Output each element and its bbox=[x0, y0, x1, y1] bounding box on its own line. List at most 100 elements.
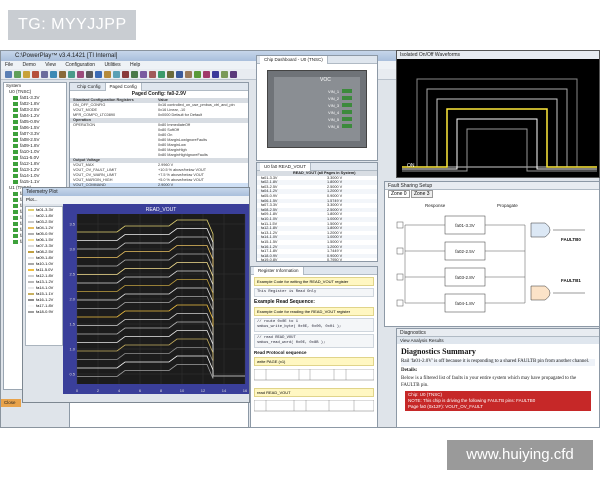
legend-swatch bbox=[28, 232, 34, 235]
toolbar-button-icon[interactable] bbox=[113, 71, 120, 78]
diagnostics-subheader: View Analysis Results bbox=[397, 337, 599, 344]
chip-die bbox=[274, 77, 360, 141]
y-tick-label: 2.5 bbox=[69, 272, 75, 277]
overlay-tag: TG: MYYJJPP bbox=[8, 10, 136, 40]
read-vout-row[interactable]: fa19-0.8V 0.7950 V bbox=[257, 258, 377, 261]
toolbar-button-icon[interactable] bbox=[14, 71, 21, 78]
toolbar-button-icon[interactable] bbox=[158, 71, 165, 78]
toolbar-button-icon[interactable] bbox=[23, 71, 30, 78]
toolbar-button-icon[interactable] bbox=[86, 71, 93, 78]
chip-dashboard: Chip Dashboard - U0 (TNSC) VOC VIN_1 VIN_… bbox=[256, 55, 378, 161]
legend-swatch bbox=[28, 256, 34, 259]
legend-swatch bbox=[28, 250, 34, 253]
status-square-icon bbox=[13, 137, 18, 142]
tab-zone-3[interactable]: Zone 3 bbox=[410, 190, 433, 198]
diagnostics-title: Diagnostics bbox=[397, 329, 599, 337]
chip-graphic: VOC VIN_1 VIN_2 VIN_3 VIN_4 VIN_5 VIN_6 bbox=[267, 70, 367, 148]
reg-proto-row-2: read READ_VOUT bbox=[254, 388, 374, 397]
reg-seq-note: Example Code for reading the READ_VOUT r… bbox=[254, 307, 374, 316]
fault-rail-block: fa03-2.8V bbox=[396, 267, 525, 287]
toolbar-button-icon[interactable] bbox=[77, 71, 84, 78]
legend-swatch bbox=[28, 208, 34, 211]
chip-pin-label: VIN_2 bbox=[328, 96, 353, 101]
response-checkbox bbox=[396, 247, 404, 255]
toolbar-button-icon[interactable] bbox=[59, 71, 66, 78]
toolbar-button-icon[interactable] bbox=[95, 71, 102, 78]
waveform-on-label: ON bbox=[407, 163, 415, 169]
x-tick-label: 12 bbox=[201, 388, 206, 393]
toolbar-button-icon[interactable] bbox=[140, 71, 147, 78]
status-square-icon bbox=[13, 197, 18, 202]
app-title: C:\PowerPlay™ v3.4.1421 [TI Internal] bbox=[15, 53, 118, 59]
legend-item[interactable]: fa18-0.9V bbox=[26, 309, 62, 315]
status-square-icon bbox=[13, 113, 18, 118]
response-checkbox bbox=[396, 299, 404, 307]
toolbar-button-icon[interactable] bbox=[5, 71, 12, 78]
toolbar-button-icon[interactable] bbox=[131, 71, 138, 78]
y-tick-label: 1.0 bbox=[69, 347, 75, 352]
menu-demo[interactable]: Demo bbox=[22, 62, 35, 68]
toolbar-button-icon[interactable] bbox=[50, 71, 57, 78]
toolbar-button-icon[interactable] bbox=[41, 71, 48, 78]
chip-label: VOC bbox=[320, 77, 331, 83]
legend-swatch bbox=[28, 238, 34, 241]
protocol-frame-2 bbox=[253, 399, 375, 412]
status-square-icon bbox=[13, 215, 18, 220]
legend-swatch bbox=[28, 286, 34, 289]
toolbar-button-icon[interactable] bbox=[212, 71, 219, 78]
tab-paged-config[interactable]: Paged Config bbox=[105, 83, 142, 91]
reg-intro: Example Code for writing the READ_VOUT r… bbox=[254, 277, 374, 286]
chip-pin-label: VIN_1 bbox=[328, 89, 353, 94]
chip-pin-label: VIN_4 bbox=[328, 110, 353, 115]
menu-utilities[interactable]: Utilities bbox=[104, 62, 120, 68]
read-vout-tab: U0 fa0 READ_VOUT bbox=[257, 163, 377, 171]
config-tabs: Chip Config Paged Config bbox=[70, 83, 248, 91]
legend-swatch bbox=[28, 280, 34, 283]
diagnostics-details: Below is a filtered list of faults in yo… bbox=[401, 376, 577, 388]
tab-zone-0[interactable]: Zone 0 bbox=[388, 190, 410, 198]
telemetry-legend[interactable]: fa01-3.3V fa02-1.8V fa03-2.5V fa04-1.2V fa05… bbox=[25, 206, 63, 346]
toolbar-button-icon[interactable] bbox=[194, 71, 201, 78]
response-checkbox bbox=[396, 221, 404, 229]
col-propagate: Propagate bbox=[497, 203, 518, 208]
toolbar-button-icon[interactable] bbox=[221, 71, 228, 78]
menu-view[interactable]: View bbox=[45, 62, 56, 68]
status-square-icon bbox=[13, 149, 18, 154]
telemetry-toolbar: Plot... bbox=[23, 196, 249, 204]
chip-pin-label: VIN_6 bbox=[328, 124, 353, 129]
status-square-icon bbox=[13, 125, 18, 130]
toolbar-button-icon[interactable] bbox=[230, 71, 237, 78]
fault-sharing-title: Fault Sharing Setup bbox=[385, 182, 599, 190]
svg-text:fa03-2.8V: fa03-2.8V bbox=[455, 275, 475, 280]
y-tick-label: 3.0 bbox=[69, 247, 75, 252]
svg-text:fa01-3.3V: fa01-3.3V bbox=[455, 223, 475, 228]
toolbar-button-icon[interactable] bbox=[104, 71, 111, 78]
toolbar-button-icon[interactable] bbox=[203, 71, 210, 78]
toolbar-button-icon[interactable] bbox=[122, 71, 129, 78]
toolbar-button-icon[interactable] bbox=[32, 71, 39, 78]
pin-faultb1: FAULTB1 bbox=[561, 278, 581, 283]
menu-help[interactable]: Help bbox=[130, 62, 140, 68]
status-square-icon bbox=[13, 233, 18, 238]
x-tick-label: 14 bbox=[222, 388, 227, 393]
register-info-panel: Register Information Example Code for wr… bbox=[250, 266, 378, 428]
toolbar-button-icon[interactable] bbox=[185, 71, 192, 78]
telemetry-plot: READ_VOUT 3.53.02.52.01.51.00.50 2 4 6 8 10 12… bbox=[63, 204, 249, 394]
toolbar-button-icon[interactable] bbox=[68, 71, 75, 78]
close-button[interactable]: Close bbox=[1, 399, 21, 407]
toolbar-button-icon[interactable] bbox=[167, 71, 174, 78]
toolbar-button-icon[interactable] bbox=[176, 71, 183, 78]
legend-swatch bbox=[28, 244, 34, 247]
gate-0-icon bbox=[530, 222, 551, 238]
x-tick-label: 16 bbox=[243, 388, 248, 393]
menu-file[interactable]: File bbox=[5, 62, 13, 68]
plot-menu[interactable]: Plot... bbox=[26, 197, 38, 202]
menu-configuration[interactable]: Configuration bbox=[65, 62, 95, 68]
toolbar-button-icon[interactable] bbox=[149, 71, 156, 78]
fault-sharing-window: Fault Sharing Setup Zone 0 Zone 3 Respon… bbox=[384, 181, 600, 327]
status-square-icon bbox=[13, 161, 18, 166]
tab-chip-config[interactable]: Chip Config bbox=[73, 83, 106, 91]
legend-swatch bbox=[28, 220, 34, 223]
read-vout-panel: U0 fa0 READ_VOUT READ_VOUT (all Pages in… bbox=[256, 162, 378, 262]
status-square-icon bbox=[13, 167, 18, 172]
